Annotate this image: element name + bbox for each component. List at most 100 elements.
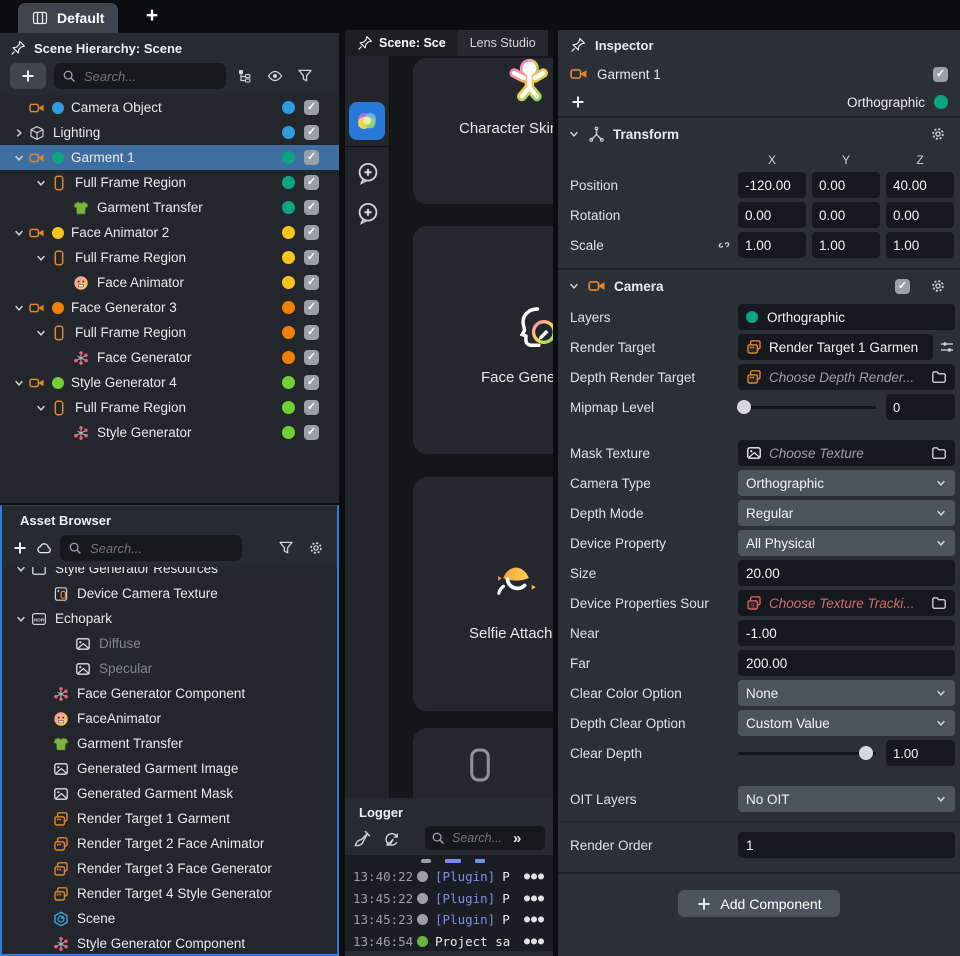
- depth-render-target-field[interactable]: Choose Depth Render...: [738, 364, 955, 390]
- chevron-down-icon[interactable]: [10, 377, 28, 389]
- asset-row-render-target-2-face-animator[interactable]: Render Target 2 Face Animator: [2, 831, 337, 856]
- layer-color-dot[interactable]: [282, 251, 295, 264]
- hierarchy-row-camera-object[interactable]: Camera Object✓: [0, 95, 339, 120]
- logger-search[interactable]: »: [425, 826, 545, 850]
- chevron-down-icon[interactable]: [32, 402, 50, 414]
- row-enabled-checkbox[interactable]: ✓: [304, 325, 319, 340]
- hierarchy-search[interactable]: [54, 63, 226, 89]
- hierarchy-row-garment-transfer[interactable]: Garment Transfer✓: [0, 195, 339, 220]
- asset-search-input[interactable]: [88, 540, 234, 557]
- add-asset-plus-icon[interactable]: [12, 540, 28, 556]
- log-row[interactable]: 13:40:22 [Plugin] P ●●●: [345, 866, 553, 888]
- layer-color-dot[interactable]: [282, 151, 295, 164]
- depth-clear-option-dropdown[interactable]: Custom Value: [738, 710, 955, 736]
- visibility-eye-icon[interactable]: [264, 68, 286, 84]
- row-enabled-checkbox[interactable]: ✓: [304, 275, 319, 290]
- asset-row-specular[interactable]: Specular: [2, 656, 337, 681]
- hierarchy-row-face-animator-2[interactable]: Face Animator 2✓: [0, 220, 339, 245]
- row-enabled-checkbox[interactable]: ✓: [304, 250, 319, 265]
- layer-color-dot[interactable]: [282, 201, 295, 214]
- asset-row-render-target-4-style-generator[interactable]: Render Target 4 Style Generator: [2, 881, 337, 906]
- row-enabled-checkbox[interactable]: ✓: [304, 200, 319, 215]
- chevron-down-icon[interactable]: [32, 252, 50, 264]
- layers-field[interactable]: Orthographic: [738, 304, 955, 330]
- clear-log-icon[interactable]: [353, 829, 372, 848]
- layer-color-dot[interactable]: [282, 376, 295, 389]
- camera-type-dropdown[interactable]: Orthographic: [738, 470, 955, 496]
- slider-handle[interactable]: [859, 746, 873, 760]
- hierarchy-row-full-frame-region[interactable]: Full Frame Region✓: [0, 395, 339, 420]
- log-row[interactable]: 13:46:54 Project sa ●●●: [345, 931, 553, 952]
- asset-card-selfie-attach[interactable]: Selfie Attach: [413, 477, 553, 711]
- asset-search[interactable]: [60, 535, 242, 561]
- expand-tree-icon[interactable]: [234, 68, 256, 84]
- pin-icon[interactable]: [570, 37, 586, 53]
- layer-color-dot[interactable]: [282, 276, 295, 289]
- asset-row-device-camera-texture[interactable]: Device Camera Texture: [2, 581, 337, 606]
- layer-color-dot[interactable]: [282, 401, 295, 414]
- asset-row-style-generator-resources[interactable]: Style Generator Resources: [2, 567, 337, 581]
- add-component-button[interactable]: Add Component: [678, 890, 839, 917]
- asset-row-render-target-1-garment[interactable]: Render Target 1 Garment: [2, 806, 337, 831]
- hierarchy-row-style-generator-4[interactable]: Style Generator 4✓: [0, 370, 339, 395]
- chevron-down-icon[interactable]: [32, 327, 50, 339]
- row-enabled-checkbox[interactable]: ✓: [304, 400, 319, 415]
- position-x-field[interactable]: -120.00: [738, 172, 806, 198]
- row-enabled-checkbox[interactable]: ✓: [304, 125, 319, 140]
- cloud-icon[interactable]: [36, 540, 52, 556]
- slider-handle[interactable]: [737, 400, 751, 414]
- tab-scene[interactable]: Scene: Sce: [345, 30, 458, 56]
- hierarchy-row-style-generator[interactable]: Style Generator✓: [0, 420, 339, 445]
- asset-row-scene[interactable]: Scene: [2, 906, 337, 931]
- mask-texture-field[interactable]: Choose Texture: [738, 440, 955, 466]
- rotation-x-field[interactable]: 0.00: [738, 202, 806, 228]
- row-enabled-checkbox[interactable]: ✓: [304, 425, 319, 440]
- new-workspace-button[interactable]: +: [138, 2, 166, 30]
- asset-row-style-generator-component[interactable]: Style Generator Component: [2, 931, 337, 953]
- log-row[interactable]: 13:45:23 [Plugin] P ●●●: [345, 909, 553, 931]
- asset-library-button-selected[interactable]: [349, 102, 385, 140]
- chevron-down-icon[interactable]: [568, 280, 580, 292]
- render-order-field[interactable]: 1: [738, 832, 955, 858]
- asset-row-echopark[interactable]: HDREchopark: [2, 606, 337, 631]
- clear-color-option-dropdown[interactable]: None: [738, 680, 955, 706]
- layer-color-dot[interactable]: [282, 351, 295, 364]
- layer-color-dot[interactable]: [934, 95, 948, 109]
- asset-row-garment-transfer[interactable]: Garment Transfer: [2, 731, 337, 756]
- asset-row-diffuse[interactable]: Diffuse: [2, 631, 337, 656]
- transform-section-header[interactable]: Transform: [558, 118, 960, 150]
- layer-color-dot[interactable]: [282, 301, 295, 314]
- comment-add-button-2[interactable]: [345, 193, 390, 233]
- row-enabled-checkbox[interactable]: ✓: [304, 150, 319, 165]
- hierarchy-row-full-frame-region[interactable]: Full Frame Region✓: [0, 170, 339, 195]
- device-properties-sour-field[interactable]: S Choose Texture Tracki...: [738, 590, 955, 616]
- tab-lens-studio[interactable]: Lens Studio: [458, 30, 548, 56]
- auto-clear-log-icon[interactable]: [382, 829, 401, 848]
- row-enabled-checkbox[interactable]: ✓: [304, 175, 319, 190]
- row-enabled-checkbox[interactable]: ✓: [304, 225, 319, 240]
- row-enabled-checkbox[interactable]: ✓: [304, 300, 319, 315]
- settings-gear-icon[interactable]: [930, 126, 946, 142]
- row-enabled-checkbox[interactable]: ✓: [304, 350, 319, 365]
- asset-card-phone[interactable]: [413, 728, 553, 798]
- near-field[interactable]: -1.00: [738, 620, 955, 646]
- hierarchy-row-full-frame-region[interactable]: Full Frame Region✓: [0, 245, 339, 270]
- render-target-field[interactable]: Render Target 1 Garmen: [738, 334, 933, 360]
- layer-color-dot[interactable]: [282, 101, 295, 114]
- add-asset-rail-button[interactable]: [345, 56, 390, 96]
- chevron-down-icon[interactable]: [12, 613, 30, 625]
- rotation-z-field[interactable]: 0.00: [886, 202, 954, 228]
- chevron-down-icon[interactable]: [10, 152, 28, 164]
- layer-color-dot[interactable]: [282, 176, 295, 189]
- log-more-button[interactable]: ●●●: [524, 893, 545, 904]
- chevron-down-icon[interactable]: [10, 227, 28, 239]
- rotation-y-field[interactable]: 0.00: [812, 202, 880, 228]
- position-z-field[interactable]: 40.00: [886, 172, 954, 198]
- log-more-button[interactable]: ●●●: [524, 936, 545, 947]
- layer-color-dot[interactable]: [282, 326, 295, 339]
- row-enabled-checkbox[interactable]: ✓: [304, 100, 319, 115]
- add-component-plus-icon[interactable]: [570, 94, 586, 110]
- layer-color-dot[interactable]: [282, 226, 295, 239]
- filter-funnel-icon[interactable]: [275, 540, 297, 556]
- mixer-settings-icon[interactable]: [939, 339, 955, 355]
